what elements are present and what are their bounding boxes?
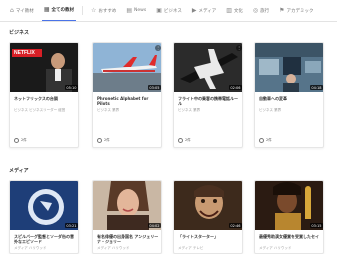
video-card[interactable]: 02:46 「ライトスターター」 メディア テレビ: [173, 180, 243, 254]
tab-label: News: [134, 8, 147, 13]
grid-icon: ▦: [43, 5, 50, 13]
card-footer: 2件: [178, 138, 191, 143]
card-title: 有名俳優の出身国名 アンジェリーナ・ジョリー: [97, 234, 159, 245]
clock-icon: [97, 138, 102, 143]
card-count: 2件: [21, 138, 27, 142]
video-card[interactable]: NETFLIX 05:10 ネットフリックスの台頭 ビジネス ビジネスリーダー …: [9, 42, 79, 148]
card-tags: ビジネス 業界: [97, 108, 120, 112]
clock-icon: [259, 138, 264, 143]
video-thumbnail: NETFLIX 05:10: [10, 43, 78, 92]
video-card[interactable]: 03:21 スピルバーグ監督とソーダ缶の意外なエピソード メディア ハリウッド: [9, 180, 79, 254]
section-title-media: メディア: [9, 168, 29, 174]
tab-news[interactable]: ▤ News: [124, 0, 148, 21]
card-count: 2件: [104, 138, 110, 142]
tab-travel[interactable]: ◎ 旅行: [251, 0, 271, 21]
card-tags: ビジネス 業界: [259, 108, 282, 112]
card-tags: メディア ハリウッド: [259, 246, 292, 250]
tab-label: 全ての教材: [51, 7, 74, 13]
section-title-business: ビジネス: [9, 30, 30, 36]
card-title: 「ライトスターター」: [178, 234, 218, 239]
tab-culture[interactable]: ▥ 文化: [224, 0, 245, 21]
video-card[interactable]: 04:18 自動車への変革 ビジネス 業界 2件: [254, 42, 324, 148]
briefcase-icon: ▣: [156, 6, 162, 14]
card-title: 最優秀助演女優賞を受賞したセイ: [259, 234, 319, 239]
clock-icon: [14, 138, 19, 143]
card-tags: ビジネス ビジネスリーダー 経営: [14, 108, 66, 112]
card-tags: メディア ハリウッド: [97, 246, 130, 250]
video-thumbnail: 03:15: [255, 181, 323, 230]
card-title: ネットフリックスの台頭: [14, 96, 58, 101]
tab-divider: [81, 6, 83, 15]
clock-icon: [178, 138, 183, 143]
tab-label: メディア: [198, 8, 217, 14]
tab-label: マイ教材: [15, 8, 34, 14]
globe-icon: ◎: [252, 6, 259, 14]
card-title: スピルバーグ監督とソーダ缶の意外なエピソード: [14, 234, 74, 245]
card-title: 自動車への変革: [259, 96, 287, 101]
video-card[interactable]: ⋮ 03:05 Phronetic Alphabet for Pilots ビジ…: [92, 42, 162, 148]
card-count: 2件: [185, 138, 191, 142]
video-duration: 03:05: [147, 85, 161, 90]
video-duration: 04:02: [147, 223, 161, 228]
video-thumbnail: 02:46: [174, 181, 242, 230]
tab-media[interactable]: ▶ メディア: [190, 0, 218, 21]
video-duration: 04:18: [309, 85, 323, 90]
more-options-icon[interactable]: ⋮: [155, 45, 161, 51]
video-thumbnail: 03:21: [10, 181, 78, 230]
card-tags: ビジネス 業界: [178, 108, 201, 112]
star-icon: ☆: [90, 6, 97, 14]
video-duration: 02:06: [228, 85, 242, 90]
card-footer: 2件: [14, 138, 27, 143]
video-thumbnail: ⋮ 03:05: [93, 43, 161, 92]
video-thumbnail: 04:18: [255, 43, 323, 92]
video-duration: 03:21: [64, 223, 78, 228]
video-duration: 03:15: [309, 223, 323, 228]
tab-recommended[interactable]: ☆ おすすめ: [89, 0, 118, 21]
tab-label: ビジネス: [163, 8, 182, 14]
card-tags: メディア ハリウッド: [14, 246, 47, 250]
video-duration: 02:46: [228, 223, 242, 228]
news-icon: ▤: [126, 6, 133, 14]
tab-academic[interactable]: ⚑ アカデミック: [277, 0, 315, 21]
tab-business[interactable]: ▣ ビジネス: [154, 0, 184, 21]
video-thumbnail: ⋮ 02:06: [174, 43, 242, 92]
book-icon: ▥: [226, 6, 232, 14]
tab-all-materials[interactable]: ▦ 全ての教材: [41, 0, 76, 21]
video-duration: 05:10: [64, 85, 78, 90]
video-thumbnail: 04:02: [93, 181, 161, 230]
media-icon: ▶: [191, 6, 197, 14]
tab-label: 文化: [233, 8, 243, 14]
card-title: フライト中の乗客の携帯電話ルール: [178, 96, 238, 107]
card-title: Phronetic Alphabet for Pilots: [97, 96, 149, 107]
tab-label: 旅行: [260, 8, 270, 14]
card-tags: メディア テレビ: [178, 246, 204, 250]
tab-label: アカデミック: [286, 8, 314, 14]
video-card[interactable]: 04:02 有名俳優の出身国名 アンジェリーナ・ジョリー メディア ハリウッド: [92, 180, 162, 254]
card-footer: 2件: [97, 138, 110, 143]
flag-icon: ⚑: [279, 6, 285, 14]
home-icon: ⌂: [10, 6, 14, 14]
more-options-icon[interactable]: ⋮: [236, 45, 242, 51]
video-card[interactable]: ⋮ 02:06 フライト中の乗客の携帯電話ルール ビジネス 業界 2件: [173, 42, 243, 148]
category-tabbar: ⌂ マイ教材 ▦ 全ての教材 ☆ おすすめ ▤ News ▣ ビジネス ▶ メデ…: [0, 0, 337, 22]
video-card[interactable]: 03:15 最優秀助演女優賞を受賞したセイ メディア ハリウッド: [254, 180, 324, 254]
card-count: 2件: [266, 138, 272, 142]
tab-label: おすすめ: [98, 8, 117, 14]
card-footer: 2件: [259, 138, 272, 143]
netflix-logo: NETFLIX: [14, 50, 35, 56]
tab-my-materials[interactable]: ⌂ マイ教材: [8, 0, 36, 21]
